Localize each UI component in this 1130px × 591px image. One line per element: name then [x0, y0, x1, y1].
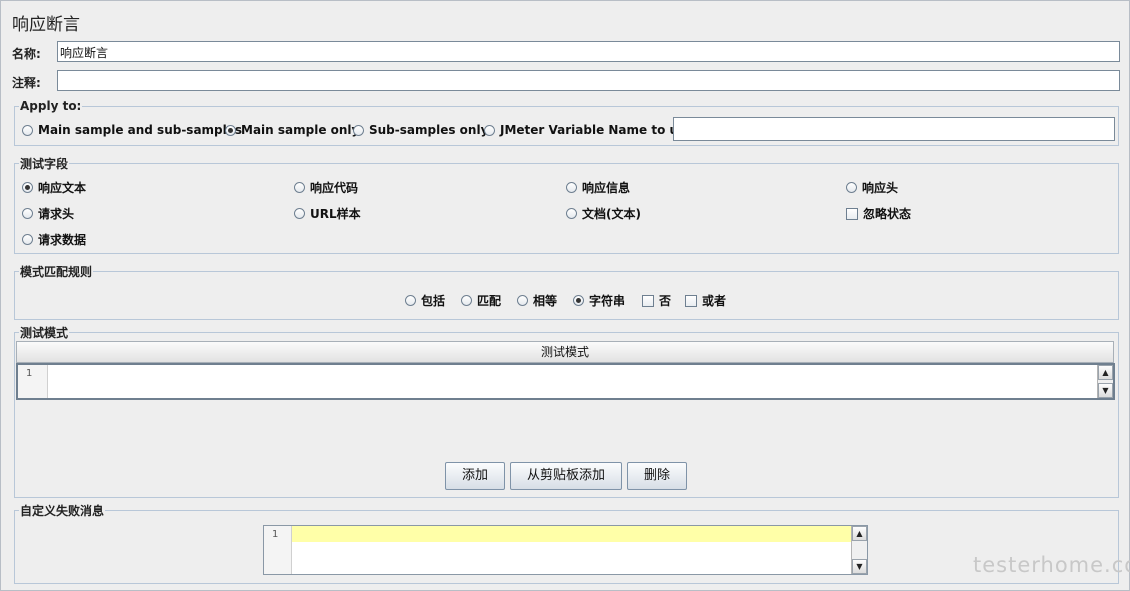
test-patterns-scrollbar[interactable]: ▲ ▼: [1097, 365, 1113, 398]
test-field-legend: 测试字段: [20, 157, 69, 171]
name-label: 名称:: [12, 47, 41, 61]
name-input[interactable]: 响应断言: [57, 41, 1120, 62]
radio-icon: [22, 234, 33, 245]
field-document-text-radio[interactable]: 文档(文本): [566, 205, 641, 222]
line-number: 1: [26, 368, 33, 379]
radio-icon: [566, 208, 577, 219]
radio-selected-icon: [22, 182, 33, 193]
current-line-highlight: [292, 526, 851, 542]
checkbox-icon: [846, 207, 858, 220]
rule-equals-radio[interactable]: 相等: [517, 292, 557, 309]
radio-selected-icon: [225, 124, 236, 136]
pattern-rules-legend: 模式匹配规则: [20, 265, 93, 279]
radio-icon: [461, 295, 472, 306]
checkbox-icon: [685, 294, 697, 307]
jmeter-variable-input[interactable]: [673, 117, 1115, 141]
rule-matches-radio[interactable]: 匹配: [461, 292, 501, 309]
radio-icon: [22, 124, 33, 136]
ignore-status-checkbox[interactable]: 忽略状态: [846, 205, 911, 222]
scroll-down-icon[interactable]: ▼: [1098, 383, 1113, 398]
field-response-headers-radio[interactable]: 响应头: [846, 179, 898, 196]
radio-icon: [294, 182, 305, 193]
checkbox-icon: [642, 294, 654, 307]
scroll-up-icon[interactable]: ▲: [852, 526, 867, 541]
custom-failure-legend: 自定义失败消息: [20, 504, 105, 518]
comment-input[interactable]: [57, 70, 1120, 91]
test-patterns-column-header[interactable]: 测试模式: [16, 341, 1114, 363]
scroll-down-icon[interactable]: ▼: [852, 559, 867, 574]
custom-failure-editor[interactable]: 1 ▲ ▼: [263, 525, 868, 575]
rule-not-checkbox[interactable]: 否: [642, 292, 671, 309]
comment-label: 注释:: [12, 76, 41, 90]
radio-icon: [517, 295, 528, 306]
field-response-text-radio[interactable]: 响应文本: [22, 179, 86, 196]
watermark: testerhome.com: [973, 553, 1130, 577]
line-number: 1: [272, 529, 279, 540]
apply-sub-only-radio[interactable]: Sub-samples only: [353, 123, 488, 137]
line-number-gutter: 1: [264, 526, 292, 574]
radio-icon: [405, 295, 416, 306]
radio-icon: [294, 208, 305, 219]
scroll-up-icon[interactable]: ▲: [1098, 365, 1113, 380]
add-from-clipboard-button[interactable]: 从剪贴板添加: [510, 462, 622, 490]
line-number-gutter: 1: [18, 365, 48, 398]
delete-button[interactable]: 删除: [627, 462, 687, 490]
field-url-sample-radio[interactable]: URL样本: [294, 205, 361, 222]
radio-icon: [353, 124, 364, 136]
pattern-rules-group: 模式匹配规则: [14, 263, 1119, 320]
radio-icon: [22, 208, 33, 219]
apply-main-and-sub-radio[interactable]: Main sample and sub-samples: [22, 123, 242, 137]
rule-contains-radio[interactable]: 包括: [405, 292, 445, 309]
field-response-code-radio[interactable]: 响应代码: [294, 179, 358, 196]
test-patterns-editor[interactable]: 1 ▲ ▼: [16, 363, 1115, 400]
custom-failure-scrollbar[interactable]: ▲ ▼: [851, 526, 867, 574]
field-response-message-radio[interactable]: 响应信息: [566, 179, 630, 196]
panel-title: 响应断言: [12, 15, 80, 35]
test-patterns-legend: 测试模式: [20, 326, 69, 340]
field-request-headers-radio[interactable]: 请求头: [22, 205, 74, 222]
radio-icon: [484, 124, 495, 136]
rule-substring-radio[interactable]: 字符串: [573, 292, 625, 309]
radio-icon: [566, 182, 577, 193]
add-button[interactable]: 添加: [445, 462, 505, 490]
radio-selected-icon: [573, 295, 584, 306]
rule-or-checkbox[interactable]: 或者: [685, 292, 726, 309]
field-request-data-radio[interactable]: 请求数据: [22, 231, 86, 248]
apply-to-legend: Apply to:: [20, 99, 82, 113]
radio-icon: [846, 182, 857, 193]
apply-main-only-radio[interactable]: Main sample only: [225, 123, 359, 137]
apply-jmeter-variable-radio[interactable]: JMeter Variable Name to use: [484, 123, 693, 137]
